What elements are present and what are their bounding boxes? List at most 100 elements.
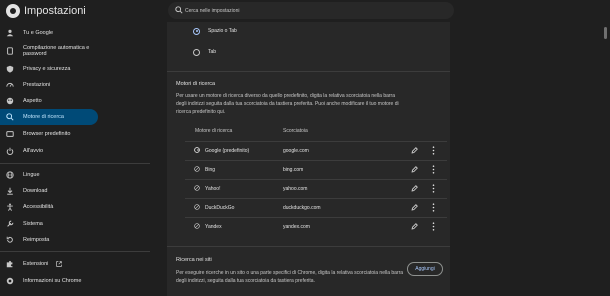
sidebar-item-on-startup[interactable]: All'avvio: [0, 143, 98, 159]
google-icon: [194, 147, 200, 153]
shield-icon: [6, 65, 14, 73]
add-site-search-button[interactable]: Aggiungi: [407, 262, 443, 276]
palette-icon: [6, 97, 14, 105]
sidebar-item-label: Motore di ricerca: [23, 113, 64, 120]
sidebar-item-autofill[interactable]: Compilazione automatica e password: [0, 41, 98, 61]
scrollbar[interactable]: [604, 22, 608, 296]
sidebar-item-label: Informazioni su Chrome: [23, 277, 82, 284]
column-header-engine: Motore di ricerca: [195, 128, 233, 134]
page-title: Impostazioni: [24, 5, 86, 17]
more-vert-icon[interactable]: [432, 184, 435, 193]
search-engines-description: Per usare un motore di ricerca diverso d…: [176, 93, 399, 115]
more-vert-icon[interactable]: [432, 222, 435, 231]
download-icon: [7, 187, 13, 195]
sidebar-item-label: All'avvio: [23, 147, 44, 154]
table-row: Google (predefinito) google.com: [167, 141, 450, 160]
sidebar-item-label: Sistema: [23, 220, 43, 227]
sidebar-item-you-and-google[interactable]: Tu e Google: [0, 25, 98, 41]
reset-icon: [6, 236, 13, 243]
radio-unchecked[interactable]: [193, 48, 200, 56]
engine-shortcut: yahoo.com: [283, 186, 308, 192]
row-divider: [185, 141, 447, 142]
pencil-icon[interactable]: [411, 147, 418, 154]
site-search-description: Per eseguire ricerche in un sito o una p…: [176, 270, 404, 284]
external-link-icon: [56, 261, 62, 267]
engine-name: Yandex: [205, 224, 222, 230]
site-search-heading: Ricerca nei siti: [176, 257, 212, 263]
globe-icon: [194, 223, 200, 229]
radio-checked[interactable]: [193, 27, 200, 35]
sidebar-item-downloads[interactable]: Download: [0, 183, 98, 199]
sidebar-item-default-browser[interactable]: Browser predefinito: [0, 126, 98, 142]
engine-name: Bing: [205, 167, 216, 173]
search-engines-heading: Motori di ricerca: [176, 81, 216, 87]
more-vert-icon[interactable]: [432, 146, 435, 155]
globe-icon: [6, 171, 14, 179]
sidebar-item-languages[interactable]: Lingue: [0, 167, 98, 183]
row-divider: [185, 160, 447, 161]
sidebar-item-appearance[interactable]: Aspetto: [0, 93, 98, 109]
engine-name: DuckDuckGo: [205, 205, 235, 211]
table-row: DuckDuckGo duckduckgo.com: [167, 198, 450, 217]
engine-shortcut: yandex.com: [283, 224, 310, 230]
more-vert-icon[interactable]: [432, 165, 435, 174]
sidebar-item-performance[interactable]: Prestazioni: [0, 77, 98, 93]
pencil-icon[interactable]: [411, 204, 418, 211]
accessibility-icon: [7, 203, 13, 211]
table-row: Yandex yandex.com: [167, 217, 450, 236]
power-icon: [6, 147, 14, 155]
globe-icon: [194, 185, 200, 191]
engine-name: Google (predefinito): [205, 148, 250, 154]
table-row: Bing bing.com: [167, 160, 450, 179]
radio-label: Tab: [208, 49, 217, 55]
sidebar-item-label: Estensioni: [23, 260, 49, 267]
row-divider: [185, 217, 447, 218]
pencil-icon[interactable]: [411, 166, 418, 173]
globe-icon: [194, 204, 200, 210]
browser-icon: [6, 131, 14, 137]
settings-search-box[interactable]: [168, 2, 454, 19]
radio-label: Spazio o Tab: [208, 28, 237, 34]
sidebar: Tu e Google Compilazione automatica e pa…: [0, 22, 150, 296]
column-header-shortcut: Scorciatoia: [283, 128, 308, 134]
section-divider: [167, 71, 450, 72]
sidebar-item-extensions[interactable]: Estensioni: [0, 256, 98, 272]
search-engine-settings-card: Spazio o Tab Tab Motori di ricerca Per u…: [167, 22, 450, 296]
chrome-logo-icon: [6, 4, 20, 18]
speedometer-icon: [6, 83, 14, 87]
scrollbar-thumb[interactable]: [604, 27, 607, 39]
clipboard-icon: [7, 47, 13, 55]
sidebar-divider: [0, 163, 150, 164]
sidebar-item-label: Prestazioni: [23, 81, 51, 88]
wrench-icon: [7, 220, 14, 227]
sidebar-item-label: Browser predefinito: [23, 130, 71, 137]
row-divider: [185, 198, 447, 199]
sidebar-item-label: Accessibilità: [23, 203, 54, 210]
row-divider: [185, 179, 447, 180]
search-icon: [6, 113, 14, 121]
sidebar-item-label: Tu e Google: [23, 29, 54, 36]
pencil-icon[interactable]: [411, 223, 418, 230]
sidebar-item-label: Privacy e sicurezza: [23, 65, 71, 72]
engine-name: Yahoo!: [205, 186, 221, 192]
section-divider: [167, 246, 450, 247]
settings-search-input[interactable]: [185, 3, 445, 18]
pencil-icon[interactable]: [411, 185, 418, 192]
sidebar-item-about-chrome[interactable]: Informazioni su Chrome: [0, 273, 98, 289]
sidebar-item-privacy[interactable]: Privacy e sicurezza: [0, 61, 98, 77]
sidebar-item-system[interactable]: Sistema: [0, 216, 98, 232]
top-bar: Impostazioni: [0, 0, 610, 22]
globe-icon: [194, 166, 200, 172]
sidebar-item-search-engine[interactable]: Motore di ricerca: [0, 109, 98, 125]
puzzle-icon: [6, 260, 13, 268]
sidebar-item-accessibility[interactable]: Accessibilità: [0, 199, 98, 215]
sidebar-item-label: Download: [23, 187, 48, 194]
sidebar-item-reset[interactable]: Reimposta: [0, 232, 98, 248]
person-icon: [6, 29, 14, 37]
sidebar-item-label: Aspetto: [23, 97, 42, 104]
engine-shortcut: google.com: [283, 148, 309, 154]
sidebar-item-label: Compilazione automatica e password: [23, 44, 90, 58]
more-vert-icon[interactable]: [432, 203, 435, 212]
sidebar-item-label: Reimposta: [23, 236, 50, 243]
engine-shortcut: bing.com: [283, 167, 304, 173]
